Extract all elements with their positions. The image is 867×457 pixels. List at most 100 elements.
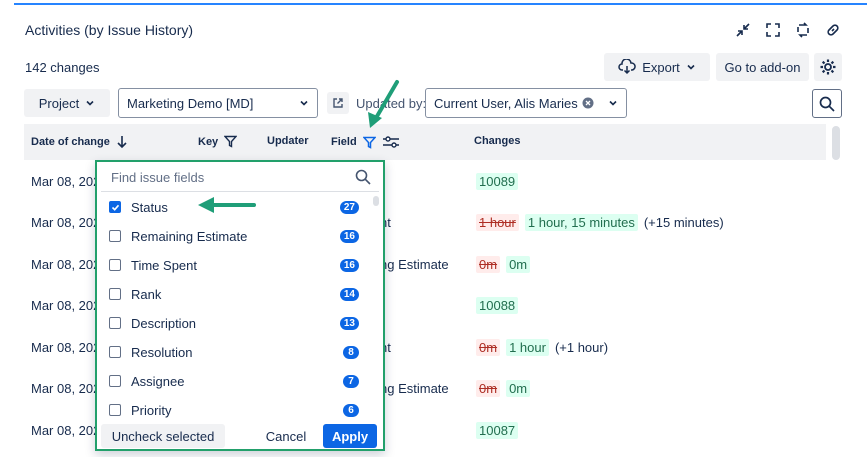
field-option-time-spent[interactable]: Time Spent 16: [109, 254, 359, 276]
filter-active-icon[interactable]: [362, 136, 376, 149]
column-key-label: Key: [198, 135, 219, 148]
cancel-button[interactable]: Cancel: [261, 424, 311, 448]
row-date: Mar 08, 202: [31, 381, 101, 396]
checkbox[interactable]: [109, 259, 121, 271]
field-option-rank[interactable]: Rank 14: [109, 283, 359, 305]
expand-icon[interactable]: [763, 20, 783, 40]
checkbox[interactable]: [109, 346, 121, 358]
dropdown-footer: Uncheck selected Cancel Apply: [97, 422, 383, 450]
field-option-remaining-estimate[interactable]: Remaining Estimate 16: [109, 225, 359, 247]
column-key-header[interactable]: Key: [198, 135, 238, 148]
row-changes: 10088: [476, 297, 519, 314]
apply-button[interactable]: Apply: [323, 424, 377, 448]
change-delta-note: (+15 minutes): [643, 215, 724, 230]
field-option-label: Remaining Estimate: [131, 228, 248, 244]
new-value-chip: 0m: [506, 380, 531, 397]
row-changes: 10089: [476, 173, 519, 190]
column-field-header[interactable]: Field: [331, 135, 400, 149]
row-field: ng Estimate: [380, 381, 449, 396]
checkbox[interactable]: [109, 201, 121, 213]
clear-icon[interactable]: [582, 97, 594, 109]
uncheck-selected-button[interactable]: Uncheck selected: [101, 424, 225, 448]
updated-by-select[interactable]: Current User, Alis Maries: [425, 88, 627, 118]
checkbox[interactable]: [109, 404, 121, 416]
project-select-value: Marketing Demo [MD]: [127, 95, 254, 111]
new-value-chip: 0m: [506, 256, 531, 273]
old-value-chip: 0m: [476, 339, 501, 356]
field-search-placeholder: Find issue fields: [111, 170, 205, 185]
count-badge: 13: [339, 316, 359, 330]
open-project-button[interactable]: [327, 92, 349, 114]
new-value-chip: 10088: [476, 297, 519, 314]
project-select[interactable]: Marketing Demo [MD]: [118, 88, 318, 118]
project-filter-button[interactable]: Project: [24, 89, 110, 117]
filter-icon: [224, 135, 238, 148]
row-field: ng Estimate: [380, 257, 449, 272]
row-date: Mar 08, 202: [31, 423, 101, 438]
gear-icon: [820, 59, 836, 75]
panel-title: Activities (by Issue History): [25, 22, 194, 38]
collapse-icon[interactable]: [733, 20, 753, 40]
changes-count: 142 changes: [25, 60, 100, 75]
new-value-chip: 1 hour, 15 minutes: [524, 214, 638, 231]
go-to-addon-button[interactable]: Go to add-on: [716, 53, 809, 81]
chevron-down-icon: [609, 100, 617, 106]
chevron-down-icon: [86, 100, 94, 106]
row-date: Mar 08, 202: [31, 215, 101, 230]
count-badge: 8: [343, 345, 359, 359]
field-option-resolution[interactable]: Resolution 8: [109, 341, 359, 363]
new-value-chip: 10089: [476, 173, 519, 190]
project-filter-label: Project: [38, 95, 80, 111]
old-value-chip: 1 hour: [476, 214, 519, 231]
cloud-download-icon: [618, 59, 636, 75]
count-badge: 6: [343, 403, 359, 417]
checkbox[interactable]: [109, 230, 121, 242]
change-delta-note: (+1 hour): [554, 340, 609, 355]
row-date: Mar 08, 202: [31, 340, 101, 355]
search-button[interactable]: [812, 89, 842, 118]
count-badge: 16: [339, 258, 359, 272]
checkbox[interactable]: [109, 317, 121, 329]
settings-button[interactable]: [814, 53, 842, 81]
field-option-description[interactable]: Description 13: [109, 312, 359, 334]
new-value-chip: 10087: [476, 422, 519, 439]
search-icon: [355, 169, 371, 185]
export-label: Export: [642, 59, 680, 75]
export-button[interactable]: Export: [604, 53, 710, 81]
field-option-label: Description: [131, 315, 197, 331]
link-icon[interactable]: [823, 20, 843, 40]
row-changes: 10087: [476, 422, 519, 439]
search-icon: [819, 96, 835, 112]
count-badge: 27: [339, 200, 359, 214]
field-option-assignee[interactable]: Assignee 7: [109, 370, 359, 392]
column-changes-header: Changes: [474, 135, 520, 147]
field-option-label: Status: [131, 199, 168, 215]
chevron-down-icon: [687, 64, 695, 70]
sort-descending-icon: [117, 136, 127, 149]
field-option-label: Rank: [131, 286, 162, 302]
old-value-chip: 0m: [476, 256, 501, 273]
column-settings-icon[interactable]: [382, 135, 400, 149]
column-date-header[interactable]: Date of change: [31, 135, 128, 149]
refresh-icon[interactable]: [793, 20, 813, 40]
table-scrollbar[interactable]: [832, 126, 840, 160]
row-date: Mar 08, 202: [31, 174, 101, 189]
dropdown-scrollbar[interactable]: [373, 196, 379, 206]
new-value-chip: 1 hour: [506, 339, 549, 356]
count-badge: 16: [339, 229, 359, 243]
field-option-status[interactable]: Status 27: [109, 196, 359, 218]
field-option-priority[interactable]: Priority 6: [109, 399, 359, 421]
column-field-label: Field: [331, 136, 357, 148]
updated-by-label: Updated by:: [356, 96, 427, 111]
checkbox[interactable]: [109, 288, 121, 300]
row-date: Mar 08, 202: [31, 298, 101, 313]
checkbox[interactable]: [109, 375, 121, 387]
row-changes: 0m 0m: [476, 256, 531, 273]
count-badge: 14: [339, 287, 359, 301]
updated-by-value: Current User, Alis Maries: [434, 95, 578, 111]
column-changes-label: Changes: [474, 135, 521, 147]
row-changes: 0m 1 hour (+1 hour): [476, 339, 608, 356]
field-search-input[interactable]: Find issue fields: [101, 164, 379, 192]
column-updater-label: Updater: [267, 135, 309, 147]
field-option-label: Assignee: [131, 373, 185, 389]
